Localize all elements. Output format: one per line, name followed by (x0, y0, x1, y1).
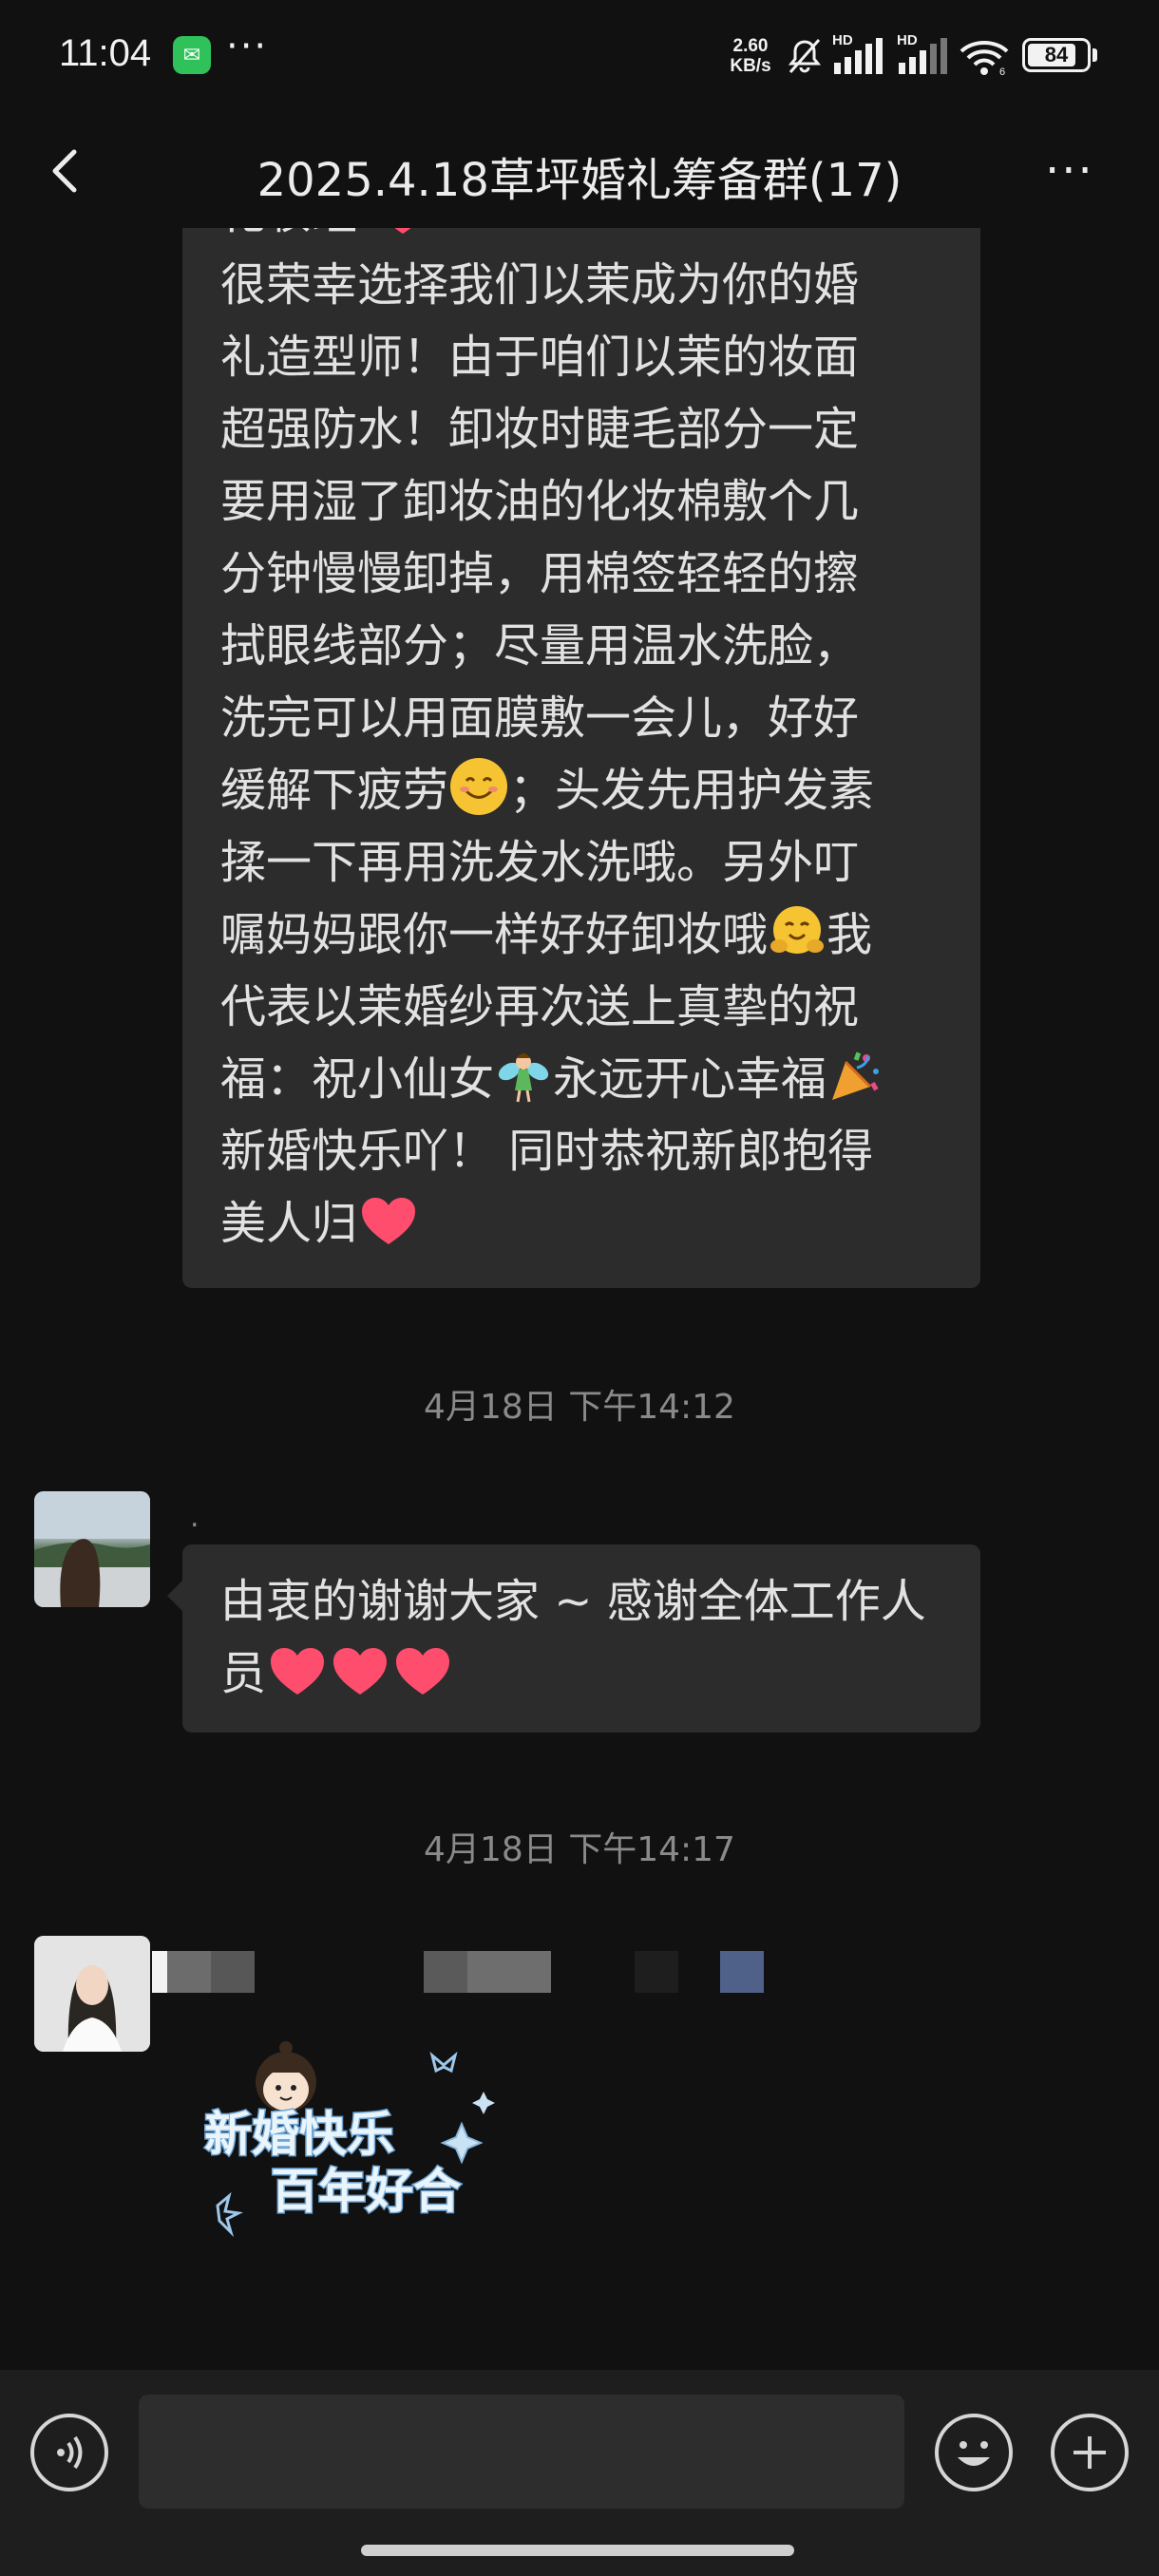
more-options-icon[interactable]: ··· (1045, 148, 1112, 194)
message-text-part: 很荣幸选择我们以茉成为你的婚 礼造型师！由于咱们以茉的妆面 超强防水！卸妆时睫毛… (220, 258, 860, 817)
mute-bell-icon (788, 39, 822, 73)
wechat-notification-icon: ✉ (173, 36, 211, 74)
sticker-line-1: 新婚快乐 (204, 2107, 394, 2162)
pixelated-name-block (211, 1951, 255, 1993)
chat-title: 2025.4.18草坪婚礼筹备群(17) (256, 154, 902, 207)
message-text-part: 永远开心幸福 (553, 1052, 827, 1106)
pixelated-name-block (167, 1951, 211, 1993)
message-input[interactable] (139, 2395, 904, 2509)
message-timestamp: 4月18日 下午14:17 (424, 1830, 735, 1869)
signal-hd-label: HD (832, 32, 853, 48)
message-list[interactable]: 化妆组 很荣幸选择我们以茉成为你的婚 礼造型师！由于咱们以茉的妆面 超强防水！卸… (0, 228, 1159, 2370)
message-bubble[interactable]: 化妆组 很荣幸选择我们以茉成为你的婚 礼造型师！由于咱们以茉的妆面 超强防水！卸… (182, 228, 980, 1288)
pixelated-name-block (635, 1951, 678, 1993)
battery-icon: 84 (1022, 38, 1091, 72)
battery-percent: 84 (1044, 43, 1069, 66)
battery-cap (1092, 48, 1097, 62)
smiling-face-emoji-icon (450, 758, 508, 815)
sender-name: . (190, 1501, 200, 1534)
message-bubble[interactable]: 由衷的谢谢大家 ~ 感谢全体工作人 员 (167, 1544, 980, 1733)
bubble-tail (167, 1581, 182, 1611)
pixelated-name-block (424, 1951, 467, 1993)
heart-emoji-icon (331, 1645, 390, 1698)
pixelated-name-block (467, 1951, 551, 1993)
party-popper-emoji-icon (832, 1051, 880, 1100)
sticker-line-2: 百年好合 (271, 2164, 461, 2219)
message-timestamp: 4月18日 下午14:12 (424, 1388, 735, 1427)
heart-emoji-icon (393, 1645, 452, 1698)
wifi-sub-label: 6 (999, 66, 1005, 76)
cell-signal-2-icon: HD (897, 32, 952, 76)
network-speed-value: 2.60 (732, 36, 769, 56)
signal-hd-label: HD (897, 32, 918, 48)
avatar[interactable] (34, 1491, 150, 1607)
network-speed: 2.60 KB/s (724, 36, 777, 76)
status-bar: 11:04 ✉ ··· 2.60 KB/s HD HD 6 84 (0, 0, 1159, 114)
home-indicator[interactable] (361, 2545, 794, 2556)
add-attachment-button[interactable] (1051, 2414, 1129, 2491)
voice-wave-icon (57, 2435, 83, 2470)
hugging-face-emoji-icon (770, 906, 825, 954)
back-arrow-icon[interactable] (38, 141, 95, 201)
smiley-icon (958, 2441, 990, 2466)
heart-emoji-icon (268, 1645, 327, 1698)
status-more-dots: ··· (226, 25, 269, 68)
pixelated-name-block (720, 1951, 764, 1993)
fairy-emoji-icon (498, 1053, 549, 1103)
heart-emoji-icon (373, 228, 432, 237)
status-time: 11:04 (59, 32, 152, 74)
input-bar (0, 2370, 1159, 2576)
chat-header: 2025.4.18草坪婚礼筹备群(17) ··· (0, 114, 1159, 228)
pixelated-name-block (152, 1951, 167, 1993)
plus-icon (1074, 2436, 1106, 2469)
heart-emoji-icon (359, 1195, 418, 1248)
cell-signal-1-icon: HD (832, 32, 887, 76)
message-partial-line: 化妆组 (220, 228, 357, 239)
message-text: 化妆组 很荣幸选择我们以茉成为你的婚 礼造型师！由于咱们以茉的妆面 超强防水！卸… (220, 228, 944, 1260)
emoji-button[interactable] (935, 2414, 1013, 2491)
message-text: 由衷的谢谢大家 ~ 感谢全体工作人 员 (220, 1565, 944, 1710)
message-text-part: 新婚快乐吖！ 同时恭祝新郎抱得 美人归 (220, 1125, 874, 1250)
wedding-sticker[interactable]: 新婚快乐 百年好合 (195, 2033, 518, 2251)
network-speed-unit: KB/s (730, 56, 771, 76)
avatar[interactable] (34, 1936, 150, 2052)
voice-input-button[interactable] (30, 2414, 108, 2491)
wifi-icon: 6 (960, 41, 1009, 76)
